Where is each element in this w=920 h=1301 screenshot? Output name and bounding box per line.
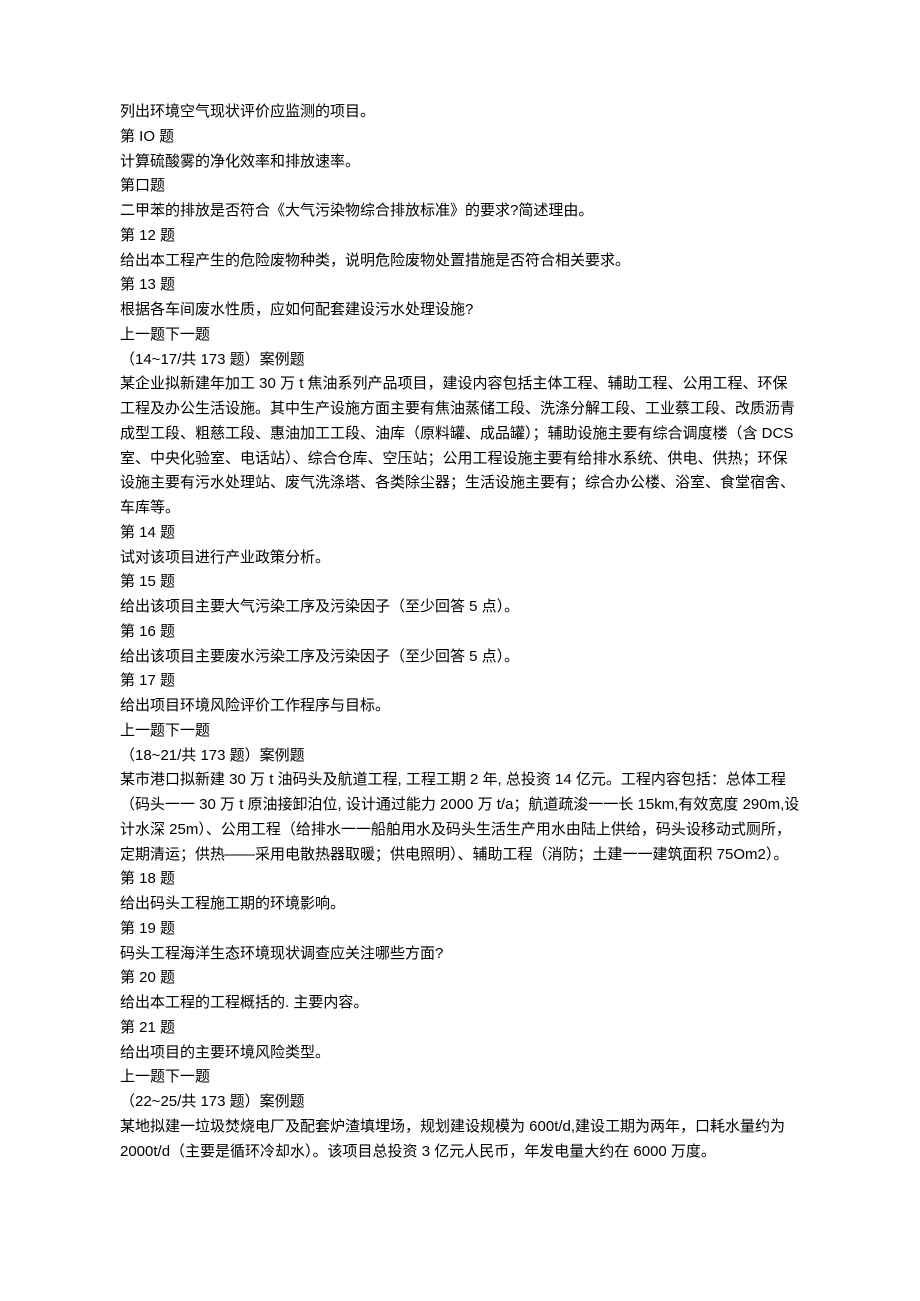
nav-prev-next[interactable]: 上一题下一题 bbox=[120, 1068, 210, 1085]
body-text: 给出本工程产生的危险废物种类，说明危险废物处置措施是否符合相关要求。 bbox=[120, 249, 800, 274]
body-text: 试对该项目进行产业政策分析。 bbox=[120, 546, 800, 571]
body-text: 给出码头工程施工期的环境影响。 bbox=[120, 892, 800, 917]
body-text: 给出本工程的工程概括的. 主要内容。 bbox=[120, 991, 800, 1016]
document-page: 列出环境空气现状评价应监测的项目。第 IO 题计算硫酸雾的净化效率和排放速率。第… bbox=[0, 0, 920, 1301]
nav-prev-next[interactable]: 上一题下一题 bbox=[120, 722, 210, 739]
case-section-heading: （22~25/共 173 题）案例题 bbox=[120, 1090, 800, 1115]
question-heading: 第 16 题 bbox=[120, 620, 800, 645]
body-text: 给出项目环境风险评价工作程序与目标。 bbox=[120, 694, 800, 719]
question-heading: 第 18 题 bbox=[120, 867, 800, 892]
question-heading: 第 19 题 bbox=[120, 917, 800, 942]
question-heading: 第 14 题 bbox=[120, 521, 800, 546]
body-text: 某地拟建一垃圾焚烧电厂及配套炉渣填埋场，规划建设规模为 600t/d,建设工期为… bbox=[120, 1115, 800, 1165]
body-text: 给出项目的主要环境风险类型。 bbox=[120, 1041, 800, 1066]
body-text: 根据各车间废水性质，应如何配套建设污水处理设施? bbox=[120, 298, 800, 323]
case-section-heading: （18~21/共 173 题）案例题 bbox=[120, 744, 800, 769]
body-text: 某市港口拟新建 30 万 t 油码头及航道工程, 工程工期 2 年, 总投资 1… bbox=[120, 768, 800, 867]
body-text: 给出该项目主要废水污染工序及污染因子（至少回答 5 点）。 bbox=[120, 645, 800, 670]
body-text: 二甲苯的排放是否符合《大气污染物综合排放标准》的要求?简述理由。 bbox=[120, 199, 800, 224]
question-heading: 第 20 题 bbox=[120, 966, 800, 991]
body-text: 列出环境空气现状评价应监测的项目。 bbox=[120, 100, 800, 125]
question-heading: 第 13 题 bbox=[120, 273, 800, 298]
question-heading: 第 12 题 bbox=[120, 224, 800, 249]
question-heading: 第口题 bbox=[120, 174, 800, 199]
nav-prev-next[interactable]: 上一题下一题 bbox=[120, 326, 210, 343]
body-text: 计算硫酸雾的净化效率和排放速率。 bbox=[120, 150, 800, 175]
body-text: 某企业拟新建年加工 30 万 t 焦油系列产品项目，建设内容包括主体工程、辅助工… bbox=[120, 372, 800, 521]
body-text: 码头工程海洋生态环境现状调查应关注哪些方面? bbox=[120, 942, 800, 967]
question-heading: 第 17 题 bbox=[120, 669, 800, 694]
question-heading: 第 21 题 bbox=[120, 1016, 800, 1041]
case-section-heading: （14~17/共 173 题）案例题 bbox=[120, 348, 800, 373]
question-heading: 第 IO 题 bbox=[120, 125, 800, 150]
question-heading: 第 15 题 bbox=[120, 570, 800, 595]
body-text: 给出该项目主要大气污染工序及污染因子（至少回答 5 点）。 bbox=[120, 595, 800, 620]
